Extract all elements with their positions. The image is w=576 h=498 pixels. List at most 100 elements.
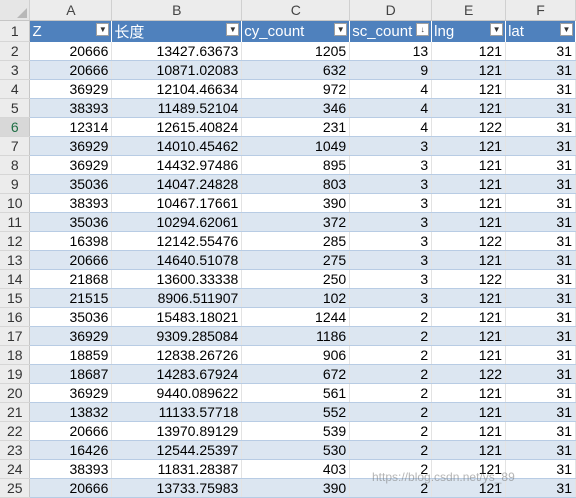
cell[interactable]: 3	[349, 155, 433, 175]
filter-dropdown-icon[interactable]: ▼	[96, 22, 110, 36]
row-number[interactable]: 22	[0, 421, 31, 441]
row-number[interactable]: 14	[0, 269, 31, 289]
cell[interactable]: 18687	[29, 364, 113, 384]
cell[interactable]: 275	[241, 250, 351, 270]
cell[interactable]: 121	[431, 193, 507, 213]
cell[interactable]: 102	[241, 288, 351, 308]
cell[interactable]: 10467.17661	[111, 193, 243, 213]
cell[interactable]: 1205	[241, 41, 351, 61]
cell[interactable]: 390	[241, 478, 351, 498]
cell[interactable]: 122	[431, 364, 507, 384]
cell[interactable]: 372	[241, 212, 351, 232]
cell[interactable]: 121	[431, 41, 507, 61]
cell[interactable]: 21515	[29, 288, 113, 308]
cell[interactable]: 20666	[29, 60, 113, 80]
row-number[interactable]: 9	[0, 174, 31, 194]
cell[interactable]: 2	[349, 326, 433, 346]
row-number[interactable]: 21	[0, 402, 31, 422]
cell[interactable]: 31	[505, 326, 576, 346]
filter-dropdown-icon[interactable]: ▼	[560, 22, 573, 36]
cell[interactable]: 803	[241, 174, 351, 194]
row-number[interactable]: 18	[0, 345, 31, 365]
cell[interactable]: 390	[241, 193, 351, 213]
cell[interactable]: 121	[431, 421, 507, 441]
cell[interactable]: 16426	[29, 440, 113, 460]
cell[interactable]: 31	[505, 212, 576, 232]
cell[interactable]: 12104.46634	[111, 79, 243, 99]
cell[interactable]: 38393	[29, 98, 113, 118]
column-header-c[interactable]: C	[241, 0, 351, 21]
column-header-e[interactable]: E	[431, 0, 507, 21]
column-header-b[interactable]: B	[111, 0, 243, 21]
cell[interactable]: 121	[431, 155, 507, 175]
cell[interactable]: 36929	[29, 136, 113, 156]
cell[interactable]: 31	[505, 174, 576, 194]
cell[interactable]: 2	[349, 364, 433, 384]
cell[interactable]: 8906.511907	[111, 288, 243, 308]
cell[interactable]: 11489.52104	[111, 98, 243, 118]
cell[interactable]: 2	[349, 345, 433, 365]
cell[interactable]: 632	[241, 60, 351, 80]
cell[interactable]: 3	[349, 212, 433, 232]
row-number[interactable]: 1	[0, 20, 31, 42]
cell[interactable]: 121	[431, 459, 507, 479]
cell[interactable]: 9440.089622	[111, 383, 243, 403]
cell[interactable]: 35036	[29, 212, 113, 232]
cell[interactable]: 31	[505, 155, 576, 175]
cell[interactable]: 121	[431, 326, 507, 346]
cell[interactable]: 121	[431, 79, 507, 99]
cell[interactable]: 122	[431, 269, 507, 289]
row-number[interactable]: 10	[0, 193, 31, 213]
cell[interactable]: 121	[431, 250, 507, 270]
cell[interactable]: 20666	[29, 250, 113, 270]
cell[interactable]: 121	[431, 478, 507, 498]
cell[interactable]: 121	[431, 402, 507, 422]
field-header-cy-count[interactable]: cy_count ▼	[241, 20, 351, 42]
cell[interactable]: 906	[241, 345, 351, 365]
column-header-a[interactable]: A	[29, 0, 113, 21]
cell[interactable]: 10294.62061	[111, 212, 243, 232]
cell[interactable]: 36929	[29, 326, 113, 346]
cell[interactable]: 14010.45462	[111, 136, 243, 156]
cell[interactable]: 250	[241, 269, 351, 289]
cell[interactable]: 14640.51078	[111, 250, 243, 270]
row-number[interactable]: 2	[0, 41, 31, 61]
cell[interactable]: 1049	[241, 136, 351, 156]
cell[interactable]: 10871.02083	[111, 60, 243, 80]
cell[interactable]: 121	[431, 98, 507, 118]
cell[interactable]: 3	[349, 288, 433, 308]
row-number[interactable]: 12	[0, 231, 31, 251]
row-number[interactable]: 24	[0, 459, 31, 479]
cell[interactable]: 31	[505, 41, 576, 61]
cell[interactable]: 121	[431, 136, 507, 156]
cell[interactable]: 2	[349, 307, 433, 327]
row-number[interactable]: 20	[0, 383, 31, 403]
cell[interactable]: 12615.40824	[111, 117, 243, 137]
cell[interactable]: 38393	[29, 459, 113, 479]
cell[interactable]: 12314	[29, 117, 113, 137]
cell[interactable]: 20666	[29, 478, 113, 498]
cell[interactable]: 1186	[241, 326, 351, 346]
filter-dropdown-icon[interactable]: ▼	[226, 22, 240, 36]
cell[interactable]: 31	[505, 98, 576, 118]
cell[interactable]: 3	[349, 250, 433, 270]
cell[interactable]: 9309.285084	[111, 326, 243, 346]
cell[interactable]: 121	[431, 440, 507, 460]
row-number[interactable]: 13	[0, 250, 31, 270]
cell[interactable]: 2	[349, 402, 433, 422]
cell[interactable]: 31	[505, 117, 576, 137]
cell[interactable]: 20666	[29, 421, 113, 441]
field-header-lat[interactable]: lat ▼	[505, 20, 576, 42]
cell[interactable]: 403	[241, 459, 351, 479]
cell[interactable]: 3	[349, 174, 433, 194]
cell[interactable]: 12544.25397	[111, 440, 243, 460]
row-number[interactable]: 4	[0, 79, 31, 99]
cell[interactable]: 13	[349, 41, 433, 61]
cell[interactable]: 31	[505, 136, 576, 156]
cell[interactable]: 14047.24828	[111, 174, 243, 194]
row-number[interactable]: 16	[0, 307, 31, 327]
cell[interactable]: 4	[349, 98, 433, 118]
cell[interactable]: 31	[505, 231, 576, 251]
cell[interactable]: 31	[505, 383, 576, 403]
row-number[interactable]: 3	[0, 60, 31, 80]
